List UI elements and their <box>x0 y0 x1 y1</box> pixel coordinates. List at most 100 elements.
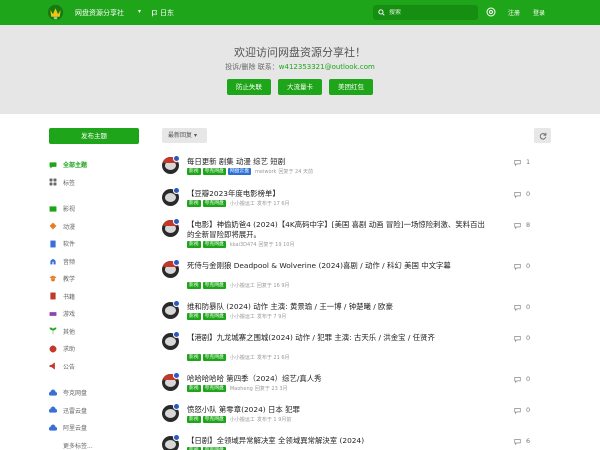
topic-author[interactable]: 小小搬运工 <box>230 416 255 423</box>
topic-author[interactable]: kkai3D474 <box>230 242 257 248</box>
comment-icon <box>514 304 521 311</box>
help-icon[interactable] <box>486 7 496 17</box>
hero-button-data-card[interactable]: 大流量卡 <box>278 79 322 95</box>
hero-button-meituan[interactable]: 美团红包 <box>329 79 373 95</box>
tag-badge[interactable]: 夸克网盘 <box>202 416 226 423</box>
topic-title[interactable]: 【电影】神偷奶爸4 (2024)【4K高码中字】[美国 喜剧 动画 冒险]一场惊… <box>187 220 487 240</box>
comment-icon <box>514 335 521 342</box>
topic-row[interactable]: 死侍与金刚狼 Deadpool & Wolverine (2024)喜剧 / 动… <box>162 257 554 298</box>
sidebar-item-label: 教学 <box>63 276 76 284</box>
sort-dropdown[interactable]: 最新回复 ▾ <box>162 128 207 143</box>
reply-count-value: 0 <box>526 406 531 414</box>
tag-badge[interactable]: 夸克网盘 <box>202 385 226 392</box>
sidebar-item-cloud-12[interactable]: 夸克网盘 <box>49 384 149 402</box>
topic-author[interactable]: Maoheng <box>230 386 253 392</box>
topic-row[interactable]: 【电影】神偷奶爸4 (2024)【4K高码中字】[美国 喜剧 动画 冒险]一场惊… <box>162 216 554 257</box>
sort-label: 最新回复 <box>168 132 193 139</box>
topic-author[interactable]: meiwork <box>255 169 276 175</box>
user-badge-icon <box>173 187 180 194</box>
tag-badge[interactable]: 夸克网盘 <box>202 313 226 320</box>
reply-count: 0 <box>514 334 530 342</box>
sidebar-item-grid-1[interactable]: 标签 <box>49 174 149 192</box>
reply-count: 6 <box>514 437 530 445</box>
topic-title[interactable]: 【港剧】九龙城寨之围城(2024) 动作 / 犯罪 主演: 古天乐 / 洪金宝 … <box>187 333 487 343</box>
topic-row[interactable]: 【豆瓣2023年度电影榜单】 影视 夸克网盘 小小搬运工 发布于 17 6月 0 <box>162 185 554 216</box>
sidebar-item-chat-0[interactable]: 全部主题 <box>49 156 149 174</box>
sidebar-item-headphones-5[interactable]: 音频 <box>49 253 149 271</box>
topic-time: 回复于 23 3月 <box>254 386 288 392</box>
hero-button-anti-lost[interactable]: 防止失联 <box>227 79 271 95</box>
tag-badge[interactable]: 夸克网盘 <box>202 200 226 207</box>
sidebar-item-cloud-13[interactable]: 迅雷云盘 <box>49 402 149 420</box>
topic-title[interactable]: 【豆瓣2023年度电影榜单】 <box>187 189 487 199</box>
tag-badge[interactable]: 影视 <box>187 168 201 175</box>
sidebar-item-cloud-14[interactable]: 阿里云盘 <box>49 419 149 437</box>
flag-link[interactable]: 日东 <box>151 8 174 18</box>
search-box[interactable] <box>373 5 478 20</box>
leaf-icon <box>49 327 57 335</box>
register-link[interactable]: 注册 <box>508 8 520 17</box>
new-topic-button[interactable]: 发布主题 <box>49 128 139 144</box>
user-badge-icon <box>173 331 180 338</box>
topic-author[interactable]: 小小搬运工 <box>230 200 255 207</box>
topic-title[interactable]: 每日更新 剧集 动漫 综艺 短剧 <box>187 157 487 167</box>
tag-badge[interactable]: 夸克网盘 <box>202 168 226 175</box>
site-name-link[interactable]: 网盘资源分享社 <box>75 8 124 18</box>
sidebar-item-help-10[interactable]: 求助 <box>49 340 149 358</box>
topic-row[interactable]: 哈哈哈哈哈 第四季（2024）综艺/真人秀 影视 夸克网盘 Maoheng 回复于 23… <box>162 370 554 401</box>
site-logo-icon[interactable] <box>47 4 64 21</box>
search-input[interactable] <box>389 9 469 16</box>
welcome-hero: 欢迎访问网盘资源分享社！ 投诉/删除 联系：w412353321@outlook… <box>0 25 600 114</box>
sidebar-item-game-8[interactable]: 游戏 <box>49 305 149 323</box>
topic-title[interactable]: 【日剧】全领域异常解决室 全领域異常解決室 (2024) <box>187 436 487 446</box>
reply-count-value: 0 <box>526 303 531 311</box>
sidebar-item-label: 游戏 <box>63 311 76 319</box>
sidebar-item-software-4[interactable]: 软件 <box>49 235 149 253</box>
topic-author[interactable]: 小小搬运工 <box>230 282 255 289</box>
topic-title[interactable]: 哈哈哈哈哈 第四季（2024）综艺/真人秀 <box>187 374 487 384</box>
tag-badge[interactable]: 影视 <box>187 354 201 361</box>
tag-badge[interactable]: 影视 <box>187 313 201 320</box>
sidebar-item-notice-11[interactable]: 公告 <box>49 358 149 376</box>
tag-badge[interactable]: 影视 <box>187 385 201 392</box>
sidebar-item-teach-6[interactable]: 教学 <box>49 270 149 288</box>
login-link[interactable]: 登录 <box>533 8 545 17</box>
tag-badge[interactable]: 夸克网盘 <box>202 282 226 289</box>
topic-author[interactable]: 小小搬运工 <box>230 354 255 361</box>
tag-badge[interactable]: 影视 <box>187 200 201 207</box>
reply-count: 8 <box>514 221 530 229</box>
topic-row[interactable]: 愤怒小队 第零章(2024) 日本 犯罪 影视 夸克网盘 小小搬运工 发布于 1 9月前… <box>162 401 554 432</box>
user-badge-icon <box>173 259 180 266</box>
tag-badge[interactable]: 影视 <box>187 282 201 289</box>
tag-badge[interactable]: 夸克网盘 <box>202 241 226 248</box>
tag-badge[interactable]: 网盘云盘 <box>227 168 252 175</box>
refresh-button[interactable] <box>534 128 551 143</box>
topic-title[interactable]: 死侍与金刚狼 Deadpool & Wolverine (2024)喜剧 / 动… <box>187 261 487 271</box>
sidebar-item-film-2[interactable]: 影视 <box>49 200 149 218</box>
topic-meta: 影视 夸克网盘 小小搬运工 回复于 16 9月 <box>187 282 290 289</box>
chevron-down-icon[interactable]: ▾ <box>138 8 141 15</box>
sidebar-item-leaf-9[interactable]: 其他 <box>49 323 149 341</box>
tag-badge[interactable]: 影视 <box>187 416 201 423</box>
sidebar-item-more-15[interactable]: 更多标签... <box>49 437 149 450</box>
book-icon <box>49 292 57 300</box>
topic-title[interactable]: 维和防暴队 (2024) 动作 主演: 黄景瑜 / 王一博 / 钟楚曦 / 欧豪 <box>187 302 487 312</box>
tag-badge[interactable]: 影视 <box>187 241 201 248</box>
topic-meta: 影视 夸克网盘 网盘云盘 meiwork 回复于 24 天前 <box>187 168 313 175</box>
contact-email-link[interactable]: w412353321@outlook.com <box>279 63 375 71</box>
topic-row[interactable]: 【港剧】九龙城寨之围城(2024) 动作 / 犯罪 主演: 古天乐 / 洪金宝 … <box>162 329 554 370</box>
topic-meta: 影视 夸克网盘 小小搬运工 发布于 7 9月 <box>187 313 286 320</box>
reply-count: 0 <box>514 190 530 198</box>
topic-row[interactable]: 【日剧】全领域异常解决室 全领域異常解決室 (2024)影视夸克网盘6 <box>162 432 554 450</box>
tag-badge[interactable]: 夸克网盘 <box>202 354 226 361</box>
sidebar-item-book-7[interactable]: 书籍 <box>49 288 149 306</box>
topic-title[interactable]: 愤怒小队 第零章(2024) 日本 犯罪 <box>187 405 487 415</box>
sidebar-item-anime-3[interactable]: 动漫 <box>49 218 149 236</box>
topic-time: 回复于 16 9月 <box>256 283 290 289</box>
topic-author[interactable]: 小小搬运工 <box>230 313 255 320</box>
topic-row[interactable]: 维和防暴队 (2024) 动作 主演: 黄景瑜 / 王一博 / 钟楚曦 / 欧豪… <box>162 298 554 329</box>
comment-icon <box>514 159 521 166</box>
sidebar-item-label: 求助 <box>63 346 76 354</box>
topic-row[interactable]: 每日更新 剧集 动漫 综艺 短剧 影视 夸克网盘 网盘云盘 meiwork 回复于 24 … <box>162 153 554 185</box>
